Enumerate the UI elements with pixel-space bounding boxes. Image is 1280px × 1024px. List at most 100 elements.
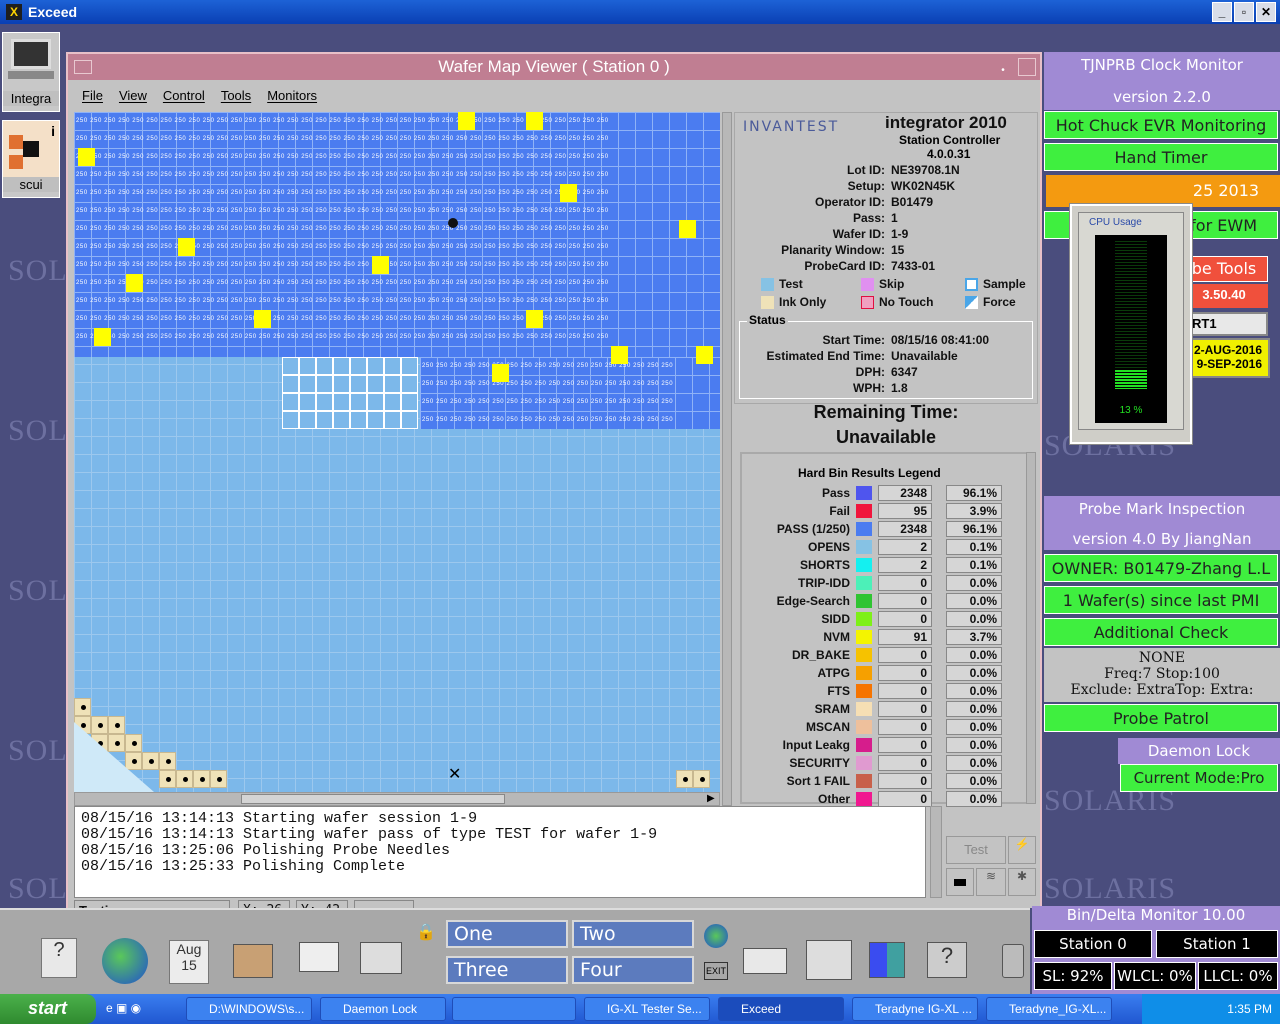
workspace-two[interactable]: Two <box>572 920 694 948</box>
hot-chuck-button[interactable]: Hot Chuck EVR Monitoring <box>1044 111 1278 139</box>
hand-timer-button[interactable]: Hand Timer <box>1044 143 1278 171</box>
calendar-month: Aug <box>176 941 202 957</box>
sample-die <box>299 357 316 375</box>
bin-delta-monitor: Bin/Delta Monitor 10.00 Station 0 Statio… <box>1032 906 1280 996</box>
test-button[interactable]: Test <box>946 836 1006 864</box>
help-books-icon[interactable]: ? <box>918 924 976 986</box>
status-label: DPH: <box>855 365 885 379</box>
exit-button[interactable]: EXIT <box>704 962 728 980</box>
integra-desktop-icon[interactable]: Integra <box>2 32 60 112</box>
bin-name: PASS (1/250) <box>776 522 850 536</box>
bin-chart-icon[interactable] <box>858 924 916 986</box>
legend-no-touch: No Touch <box>879 295 934 309</box>
wafer-window-title-bar[interactable]: Wafer Map Viewer ( Station 0 ) • <box>68 54 1040 80</box>
workspace-one[interactable]: One <box>446 920 568 948</box>
taskbar-blank[interactable] <box>452 997 576 1021</box>
workspace-four[interactable]: Four <box>572 956 694 984</box>
globe-icon[interactable] <box>96 924 154 986</box>
sample-die <box>367 375 384 393</box>
probe-icon[interactable]: ⚡ <box>1008 836 1036 864</box>
bin-legend-scrollbar[interactable] <box>1026 452 1036 804</box>
sample-die <box>384 357 401 375</box>
printer-icon[interactable] <box>736 924 794 986</box>
taskbar-teradyne-1[interactable]: Teradyne IG-XL ... <box>852 997 978 1021</box>
field-label: Lot ID: <box>847 163 885 177</box>
station-0-button[interactable]: Station 0 <box>1034 930 1152 958</box>
map-vertical-scrollbar[interactable] <box>722 112 732 806</box>
sample-die <box>401 393 418 411</box>
wafer-since-pmi-button[interactable]: 1 Wafer(s) since last PMI <box>1044 586 1278 614</box>
legend-force: Force <box>983 295 1016 309</box>
taskbar-igxl-tester[interactable]: IG-XL Tester Se... <box>584 997 710 1021</box>
exceed-title-bar[interactable]: X Exceed _ ▫ ✕ <box>0 0 1280 24</box>
start-button[interactable]: start <box>0 994 96 1024</box>
bin-color-swatch <box>856 792 872 806</box>
bin-percent: 96.1% <box>946 521 1002 537</box>
taskbar-daemon-lock[interactable]: Daemon Lock <box>320 997 446 1021</box>
menu-view[interactable]: View <box>119 84 147 108</box>
station-1-button[interactable]: Station 1 <box>1156 930 1278 958</box>
map-horizontal-scrollbar[interactable]: ▶ <box>74 792 720 806</box>
die-label-row: 250 250 250 250 250 250 250 250 250 250 … <box>422 399 674 405</box>
die-label-row: 250 250 250 250 250 250 250 250 250 250 … <box>76 190 609 196</box>
taskbar-cmd[interactable]: D:\WINDOWS\s... <box>186 997 312 1021</box>
window-menu-button[interactable] <box>74 60 92 74</box>
help-icon[interactable]: ? <box>30 924 88 986</box>
sparkle-icon[interactable]: ✱ <box>1008 868 1036 896</box>
field-label: Wafer ID: <box>832 227 885 241</box>
minimize-window-button[interactable]: • <box>994 58 1012 76</box>
nvm-fail-die <box>458 112 475 130</box>
log-scrollbar[interactable] <box>930 806 942 898</box>
probe-patrol-button[interactable]: Probe Patrol <box>1044 704 1278 732</box>
maximize-button[interactable]: ▫ <box>1234 2 1254 22</box>
menu-tools[interactable]: Tools <box>221 84 251 108</box>
minimize-button[interactable]: _ <box>1212 2 1232 22</box>
probe-tools-button[interactable]: be Tools <box>1180 256 1268 282</box>
bin-row: Pass 2348 96.1% <box>742 484 1034 502</box>
log-console[interactable]: 08/15/16 13:14:13 Starting wafer session… <box>74 806 926 898</box>
performance-meter-icon[interactable] <box>800 924 858 986</box>
additional-check-button[interactable]: Additional Check <box>1044 618 1278 646</box>
workspace-three[interactable]: Three <box>446 956 568 984</box>
lock-icon[interactable]: 🔒 <box>416 922 436 942</box>
taskbar-teradyne-2[interactable]: Teradyne_IG-XL... <box>986 997 1112 1021</box>
bin-color-swatch <box>856 738 872 752</box>
bin-row: Input Leakg 0 0.0% <box>742 736 1034 754</box>
bin-count: 0 <box>878 701 932 717</box>
maximize-window-button[interactable] <box>1018 58 1036 76</box>
current-mode-button[interactable]: Current Mode:Pro <box>1120 764 1278 792</box>
small-globe-icon[interactable] <box>704 924 728 948</box>
sample-die <box>333 357 350 375</box>
field-value: 1 <box>891 211 898 225</box>
taskbar-exceed[interactable]: Exceed <box>718 997 844 1021</box>
step-icon[interactable]: ≋ <box>976 868 1006 896</box>
editor-icon[interactable] <box>290 924 348 986</box>
system-tray[interactable]: 1:35 PM <box>1142 994 1280 1024</box>
bin-name: TRIP-IDD <box>798 576 850 590</box>
pmi-settings: NONE Freq:7 Stop:100 Exclude: ExtraTop: … <box>1044 648 1280 702</box>
menu-control[interactable]: Control <box>163 84 205 108</box>
owner-button[interactable]: OWNER: B01479-Zhang L.L <box>1044 554 1278 582</box>
bin-row: Fail 95 3.9% <box>742 502 1034 520</box>
map-scroll-thumb[interactable] <box>241 794 505 804</box>
remaining-label: Remaining Time: <box>813 402 959 422</box>
bin-row: ATPG 0 0.0% <box>742 664 1034 682</box>
bin-percent: 0.0% <box>946 701 1002 717</box>
scroll-right-arrow-icon[interactable]: ▶ <box>707 793 715 804</box>
calendar-icon[interactable]: Aug 15 <box>160 924 218 986</box>
wafer-map[interactable]: 250 250 250 250 250 250 250 250 250 250 … <box>74 112 720 792</box>
menu-file[interactable]: File <box>82 84 103 108</box>
wafer-map-window[interactable]: Wafer Map Viewer ( Station 0 ) • File Vie… <box>66 52 1042 908</box>
bin-count: 0 <box>878 773 932 789</box>
scui-desktop-icon[interactable]: i scui <box>2 120 60 198</box>
close-button[interactable]: ✕ <box>1256 2 1276 22</box>
stop-button[interactable] <box>946 868 974 896</box>
quick-launch-icons[interactable]: e ▣ ◉ <box>106 1001 176 1017</box>
file-manager-icon[interactable] <box>224 924 282 986</box>
mail-icon[interactable] <box>352 924 410 986</box>
nvm-fail-die <box>126 274 143 292</box>
bin-color-swatch <box>856 630 872 644</box>
die-label-row: 250 250 250 250 250 250 250 250 250 250 … <box>76 244 609 250</box>
menu-monitors[interactable]: Monitors <box>267 84 317 108</box>
sample-die <box>282 357 299 375</box>
